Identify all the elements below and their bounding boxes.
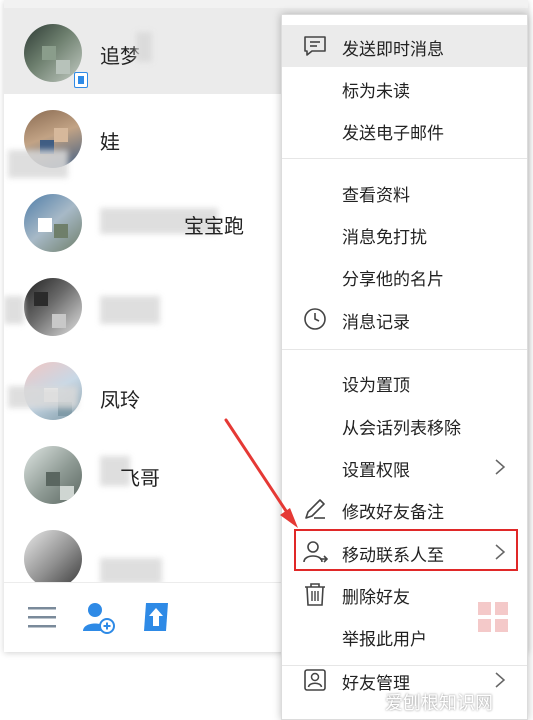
- pencil-icon: [305, 499, 325, 519]
- mosaic-block: [60, 486, 74, 500]
- mosaic-block: [38, 218, 52, 232]
- avatar: [24, 446, 82, 504]
- menu-divider: [282, 158, 527, 159]
- blurred-text: [8, 386, 78, 408]
- menu-item-label: 发送电子邮件: [342, 124, 444, 144]
- blurred-text: [100, 558, 162, 584]
- clock-icon: [304, 308, 326, 330]
- menu-icon[interactable]: [24, 599, 60, 635]
- menu-item-view-profile[interactable]: 查看资料: [282, 171, 527, 213]
- chevron-right-icon: [495, 672, 506, 688]
- mosaic-block: [54, 128, 68, 142]
- avatar: [24, 278, 82, 336]
- mosaic-block: [54, 224, 68, 238]
- highlight-box: [294, 529, 518, 571]
- mosaic-block: [46, 472, 60, 486]
- menu-item-label: 举报此用户: [342, 630, 427, 650]
- menu-item-mark-unread[interactable]: 标为未读: [282, 67, 527, 109]
- menu-item-message-history[interactable]: 消息记录: [282, 298, 527, 340]
- mosaic-block: [52, 314, 66, 328]
- menu-item-label: 发送即时消息: [342, 40, 444, 60]
- menu-divider: [282, 349, 527, 350]
- mosaic-block: [34, 292, 48, 306]
- watermark: 爱刨根知识网: [385, 693, 493, 714]
- mosaic-block: [42, 46, 56, 60]
- contact-card-icon: [304, 669, 326, 691]
- menu-item-label: 删除好友: [342, 588, 410, 608]
- contact-name: 追梦: [100, 44, 140, 68]
- trash-icon: [305, 583, 325, 606]
- menu-item-edit-remark[interactable]: 修改好友备注: [282, 488, 527, 530]
- menu-item-label: 查看资料: [342, 186, 410, 206]
- add-friend-icon[interactable]: [80, 599, 116, 635]
- menu-item-share-card[interactable]: 分享他的名片: [282, 255, 527, 297]
- menu-item-label: 设为置顶: [342, 376, 410, 396]
- menu-item-mute[interactable]: 消息免打扰: [282, 213, 527, 255]
- blurred-text: [8, 150, 68, 178]
- contact-name: 宝宝跑: [184, 214, 244, 238]
- menu-item-label: 消息记录: [342, 313, 410, 333]
- blurred-text: [100, 296, 160, 324]
- menu-item-send-email[interactable]: 发送电子邮件: [282, 109, 527, 151]
- menu-item-label: 标为未读: [342, 82, 410, 102]
- device-badge-icon: [74, 72, 88, 88]
- menu-item-label: 修改好友备注: [342, 503, 444, 523]
- avatar: [24, 530, 82, 588]
- blurred-text: [136, 32, 152, 62]
- mosaic-block: [56, 60, 70, 74]
- contact-name: 飞哥: [120, 466, 160, 490]
- menu-item-label: 分享他的名片: [342, 270, 444, 290]
- menu-item-send-instant-message[interactable]: 发送即时消息: [282, 25, 527, 67]
- menu-item-set-permission[interactable]: 设置权限: [282, 446, 527, 488]
- chat-bubble-icon: [304, 36, 326, 56]
- menu-item-label: 设置权限: [342, 461, 410, 481]
- app-grid-icon: [478, 602, 508, 632]
- top-strip: [4, 0, 528, 8]
- blurred-text: [4, 296, 24, 324]
- menu-item-remove-from-list[interactable]: 从会话列表移除: [282, 404, 527, 446]
- avatar: [24, 194, 82, 252]
- upload-icon[interactable]: [138, 599, 174, 635]
- menu-item-label: 消息免打扰: [342, 228, 427, 248]
- contact-name: 凤玲: [100, 388, 140, 412]
- chevron-right-icon: [495, 459, 506, 475]
- menu-item-pin-top[interactable]: 设为置顶: [282, 361, 527, 403]
- contact-name: 娃: [100, 130, 120, 154]
- menu-item-label: 从会话列表移除: [342, 419, 461, 439]
